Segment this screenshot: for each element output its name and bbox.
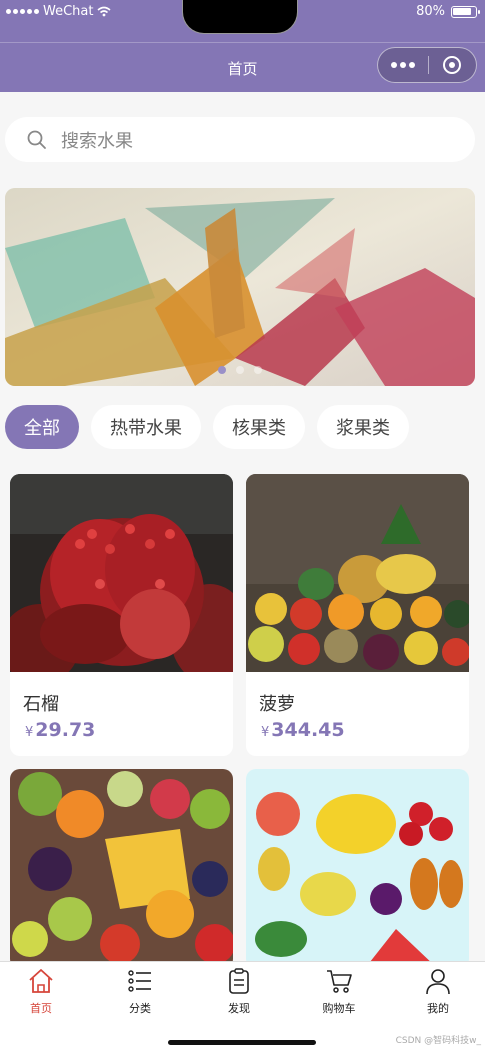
- search-icon: [27, 130, 46, 149]
- status-bar: WeChat 80%: [0, 0, 485, 42]
- product-card[interactable]: [10, 769, 233, 969]
- more-menu-icon[interactable]: [378, 62, 428, 68]
- carousel-indicators: [5, 366, 475, 374]
- product-image: [246, 769, 469, 967]
- tab-profile[interactable]: 我的: [408, 967, 468, 1016]
- product-image: [10, 769, 233, 967]
- product-card[interactable]: 石榴 ¥29.73: [10, 474, 233, 756]
- category-chip-tropical[interactable]: 热带水果: [91, 405, 201, 449]
- tab-discover[interactable]: 发现: [209, 967, 269, 1016]
- tab-label: 发现: [228, 1002, 250, 1015]
- tab-category[interactable]: 分类: [110, 967, 170, 1016]
- search-placeholder: 搜索水果: [61, 130, 133, 152]
- battery-icon: [451, 5, 480, 18]
- clipboard-icon: [229, 968, 249, 994]
- product-price: ¥29.73: [25, 719, 95, 741]
- tab-label: 分类: [129, 1002, 151, 1015]
- carousel-dot[interactable]: [254, 366, 262, 374]
- user-icon: [426, 969, 450, 995]
- product-image: [246, 474, 469, 672]
- tab-home[interactable]: 首页: [11, 967, 71, 1016]
- list-icon: [128, 970, 151, 992]
- wifi-icon: [97, 6, 111, 17]
- home-icon: [29, 969, 53, 993]
- mini-program-capsule: [377, 47, 477, 83]
- navigation-bar: 首页: [0, 42, 485, 92]
- banner-image: [5, 188, 475, 386]
- battery-indicator: 80%: [416, 4, 480, 19]
- home-indicator[interactable]: [168, 1040, 316, 1045]
- carrier-indicator: WeChat: [6, 4, 111, 19]
- product-card[interactable]: [246, 769, 469, 969]
- product-image: [10, 474, 233, 672]
- price-value: 344.45: [271, 719, 345, 741]
- category-tabs: 全部 热带水果 核果类 浆果类: [5, 405, 409, 449]
- tab-label: 首页: [30, 1002, 52, 1015]
- category-chip-stone-fruit[interactable]: 核果类: [213, 405, 305, 449]
- cart-icon: [327, 970, 352, 993]
- carousel-dot[interactable]: [236, 366, 244, 374]
- product-name: 菠萝: [259, 694, 295, 715]
- battery-percent: 80%: [416, 4, 445, 19]
- tab-label: 购物车: [322, 1002, 356, 1015]
- currency-symbol: ¥: [261, 725, 270, 740]
- camera-notch: [182, 0, 298, 34]
- tab-cart[interactable]: 购物车: [309, 967, 369, 1016]
- product-card[interactable]: 菠萝 ¥344.45: [246, 474, 469, 756]
- category-chip-all[interactable]: 全部: [5, 405, 79, 449]
- currency-symbol: ¥: [25, 725, 34, 740]
- carrier-name: WeChat: [43, 4, 94, 19]
- price-value: 29.73: [35, 719, 96, 741]
- signal-icon: [6, 9, 39, 14]
- tab-label: 我的: [427, 1002, 449, 1015]
- close-miniprogram-icon[interactable]: [428, 56, 476, 74]
- carousel-dot[interactable]: [218, 366, 226, 374]
- banner-carousel[interactable]: [5, 188, 475, 386]
- search-bar[interactable]: 搜索水果: [5, 117, 475, 162]
- product-price: ¥344.45: [261, 719, 345, 741]
- product-name: 石榴: [23, 694, 59, 715]
- watermark: CSDN @智码科技w_: [395, 1036, 481, 1046]
- category-chip-berry[interactable]: 浆果类: [317, 405, 409, 449]
